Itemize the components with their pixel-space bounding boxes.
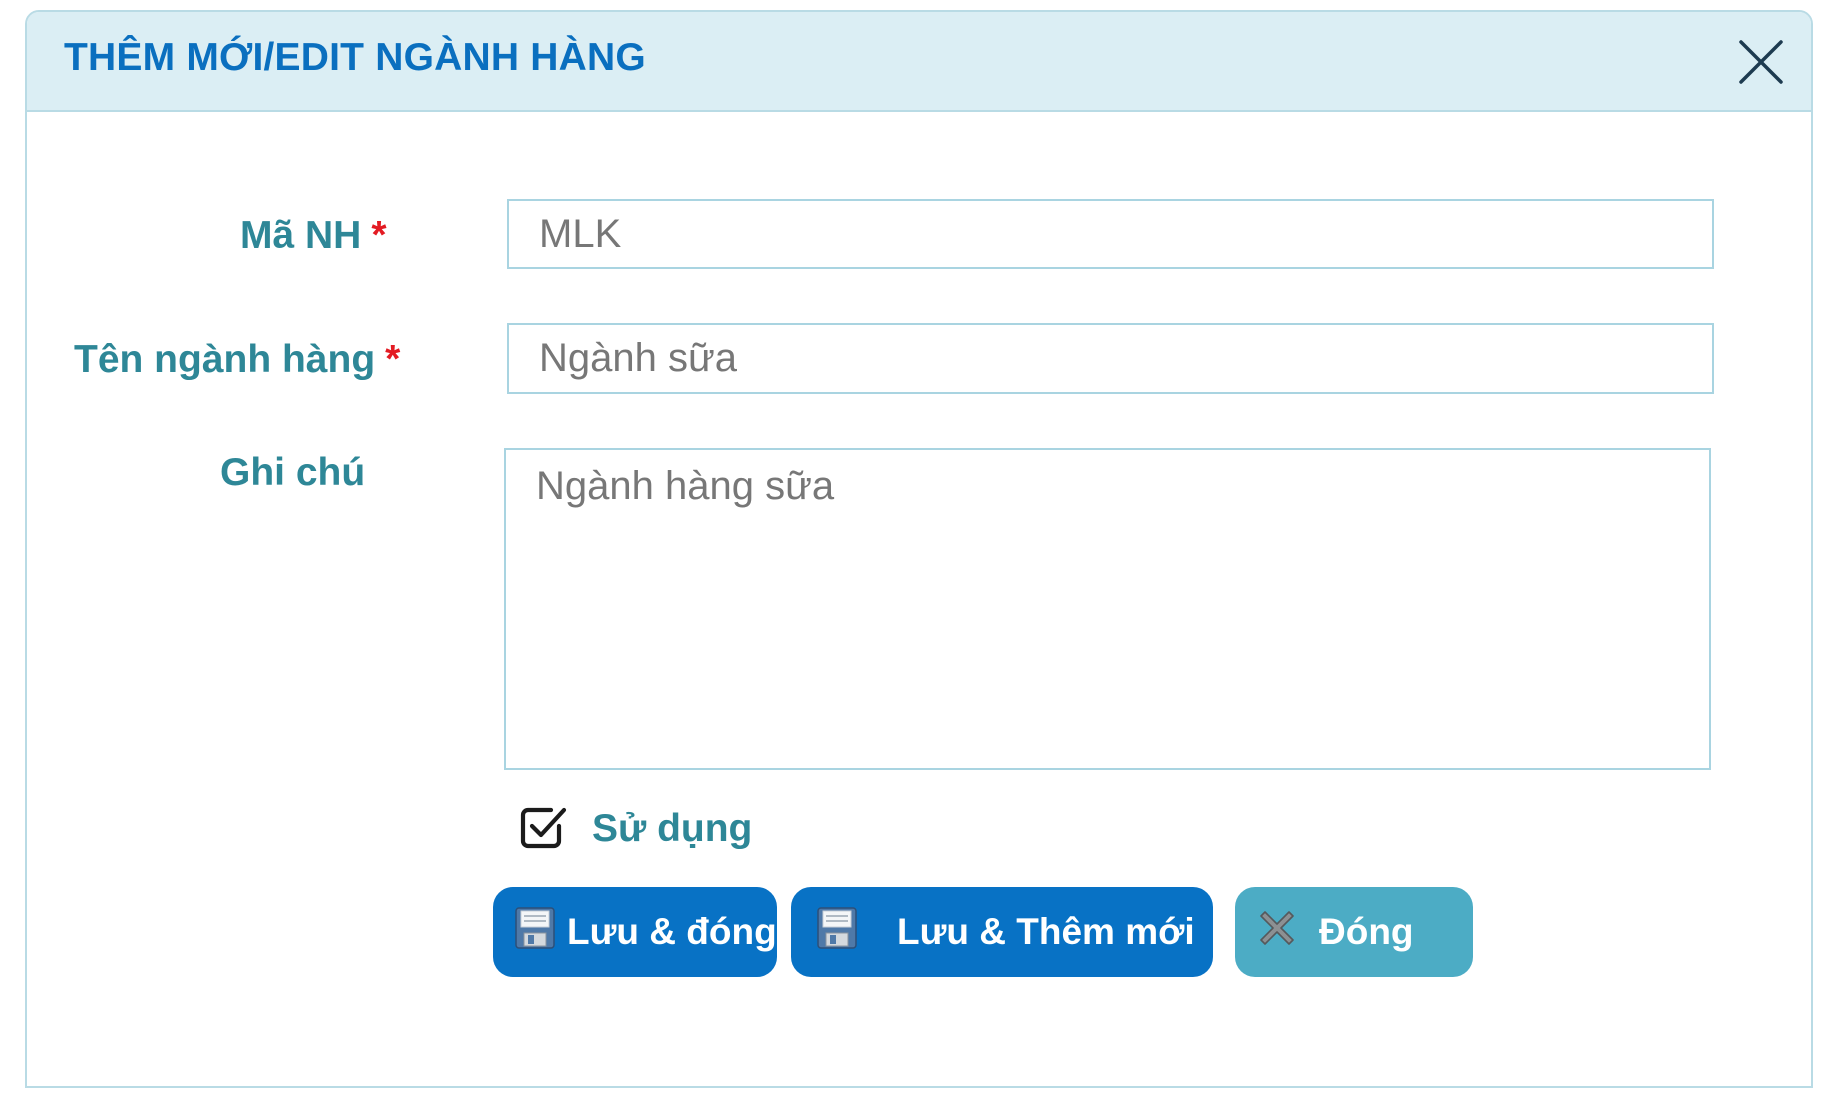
su-dung-checkbox[interactable]: Sử dụng — [520, 804, 752, 854]
dialog-header: THÊM MỚI/EDIT NGÀNH HÀNG — [27, 12, 1811, 112]
required-mark: * — [385, 338, 401, 381]
ten-nganh-hang-label: Tên ngành hàng * — [74, 338, 400, 382]
checkbox-checked-icon — [520, 804, 568, 855]
su-dung-label: Sử dụng — [592, 807, 753, 850]
ma-nh-label-text: Mã NH — [240, 214, 362, 257]
save-new-button[interactable]: Lưu & Thêm mới — [791, 887, 1213, 977]
ghi-chu-label: Ghi chú — [220, 451, 366, 494]
ten-nganh-hang-input[interactable]: Ngành sữa — [507, 323, 1714, 394]
floppy-disk-icon — [817, 906, 857, 958]
floppy-disk-icon — [515, 906, 555, 958]
close-label: Đóng — [1319, 911, 1414, 952]
ma-nh-label: Mã NH * — [240, 214, 387, 258]
save-close-label: Lưu & đóng — [567, 911, 777, 952]
x-icon — [1255, 906, 1299, 959]
ghi-chu-textarea[interactable]: Ngành hàng sữa — [504, 448, 1711, 770]
close-button[interactable]: Đóng — [1235, 887, 1473, 977]
ma-nh-input[interactable]: MLK — [507, 199, 1714, 269]
close-icon[interactable] — [1737, 38, 1785, 86]
dialog-title: THÊM MỚI/EDIT NGÀNH HÀNG — [64, 36, 646, 79]
save-close-button[interactable]: Lưu & đóng — [493, 887, 777, 977]
save-new-label: Lưu & Thêm mới — [897, 911, 1195, 952]
edit-category-dialog: THÊM MỚI/EDIT NGÀNH HÀNG Mã NH * MLK Tên … — [25, 10, 1813, 1088]
required-mark: * — [371, 214, 387, 257]
ten-nganh-hang-label-text: Tên ngành hàng — [74, 338, 376, 381]
